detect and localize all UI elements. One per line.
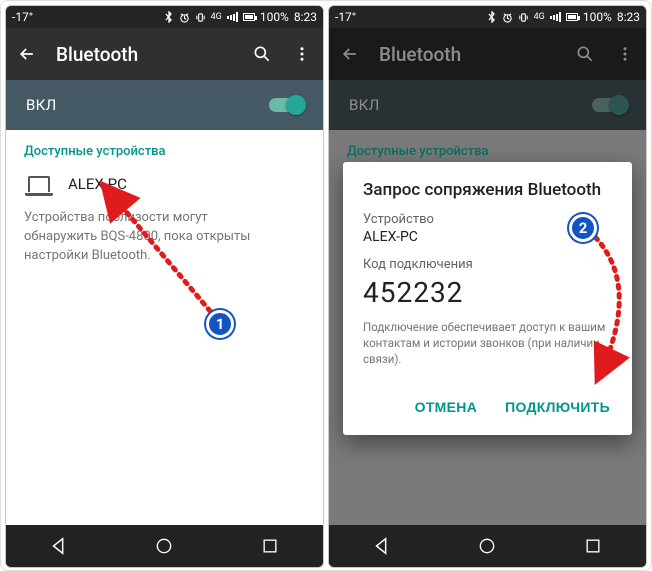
signal-icon [227,12,238,22]
laptop-icon [28,176,50,192]
network-type: 4G [534,12,545,22]
nav-bar [329,525,646,567]
toggle-label: ВКЛ [26,96,269,114]
nav-recent-icon[interactable] [580,533,606,559]
section-available-devices: Доступные устройства [24,144,305,159]
app-bar: Bluetooth [329,28,646,80]
bluetooth-toggle-row[interactable]: ВКЛ [6,80,323,130]
device-name: ALEX-PC [68,175,127,193]
vibrate-icon [518,12,529,23]
signal-icon [550,12,561,22]
battery-pct: 100% [260,10,289,24]
back-icon[interactable] [16,43,38,65]
nav-bar [6,525,323,567]
status-bar: -17° 4G 100% 8:23 [6,6,323,28]
back-icon[interactable] [339,43,361,65]
toggle-switch[interactable] [269,98,303,112]
bluetooth-icon [487,11,497,23]
device-row[interactable]: ALEX-PC [24,159,305,209]
overflow-icon[interactable] [614,43,636,65]
phone-left: -17° 4G 100% 8:23 Bluetooth [5,5,324,568]
dialog-title: Запрос сопряжения Bluetooth [363,180,612,200]
annotation-badge-1: 1 [206,310,234,338]
app-bar: Bluetooth [6,28,323,80]
toggle-label: ВКЛ [349,96,592,114]
page-title: Bluetooth [379,43,556,66]
battery-icon [243,13,255,21]
status-temp: -17° [335,10,356,24]
toggle-switch[interactable] [592,98,626,112]
battery-pct: 100% [583,10,612,24]
pair-button[interactable]: ПОДКЛЮЧИТЬ [503,393,612,421]
dialog-code: 452232 [363,276,612,309]
dialog-help-text: Подключение обеспечивает доступ к вашим … [363,319,612,367]
pairing-dialog: Запрос сопряжения Bluetooth Устройство A… [343,162,632,435]
alarm-icon [502,12,513,23]
status-bar: -17° 4G 100% 8:23 [329,6,646,28]
alarm-icon [179,12,190,23]
battery-icon [566,13,578,21]
nav-back-icon[interactable] [369,533,395,559]
overflow-icon[interactable] [291,43,313,65]
nav-home-icon[interactable] [151,533,177,559]
discovery-helper-text: Устройства поблизости могут обнаружить B… [24,209,305,266]
section-available-devices: Доступные устройства [347,144,628,159]
status-temp: -17° [12,10,33,24]
dialog-code-label: Код подключения [363,257,612,272]
status-time: 8:23 [294,10,317,24]
vibrate-icon [195,12,206,23]
annotation-badge-2: 2 [569,214,597,242]
dialog-actions: ОТМЕНА ПОДКЛЮЧИТЬ [363,387,612,427]
content-area: Доступные устройства ALEX-PC Устройства … [6,130,323,525]
search-icon[interactable] [574,43,596,65]
phone-right: -17° 4G 100% 8:23 Bluetooth ВКЛ Доступны… [328,5,647,568]
bluetooth-icon [164,11,174,23]
network-type: 4G [211,12,222,22]
nav-recent-icon[interactable] [257,533,283,559]
status-time: 8:23 [617,10,640,24]
nav-back-icon[interactable] [46,533,72,559]
bluetooth-toggle-row[interactable]: ВКЛ [329,80,646,130]
cancel-button[interactable]: ОТМЕНА [413,393,479,421]
page-title: Bluetooth [56,43,233,66]
search-icon[interactable] [251,43,273,65]
nav-home-icon[interactable] [474,533,500,559]
